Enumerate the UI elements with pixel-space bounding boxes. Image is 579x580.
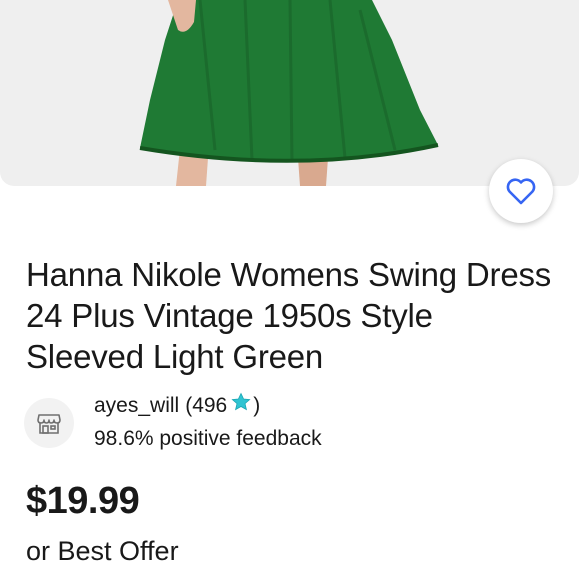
- seller-avatar[interactable]: [24, 398, 74, 448]
- seller-username[interactable]: ayes_will: [94, 392, 179, 420]
- store-icon: [37, 414, 61, 434]
- feedback-score: (496: [185, 394, 228, 417]
- heart-outline-icon: [506, 178, 536, 205]
- dress-photo: [139, 0, 439, 186]
- star-icon: [231, 392, 251, 420]
- watch-button[interactable]: [489, 159, 553, 223]
- feedback-score-close: ): [253, 394, 261, 417]
- seller-info[interactable]: ayes_will (496 ): [94, 392, 260, 420]
- best-offer-label: or Best Offer: [26, 536, 179, 566]
- product-image[interactable]: [0, 0, 579, 186]
- positive-feedback: 98.6% positive feedback: [94, 427, 322, 450]
- listing-title: Hanna Nikole Womens Swing Dress 24 Plus …: [26, 256, 552, 375]
- price: $19.99: [26, 480, 140, 522]
